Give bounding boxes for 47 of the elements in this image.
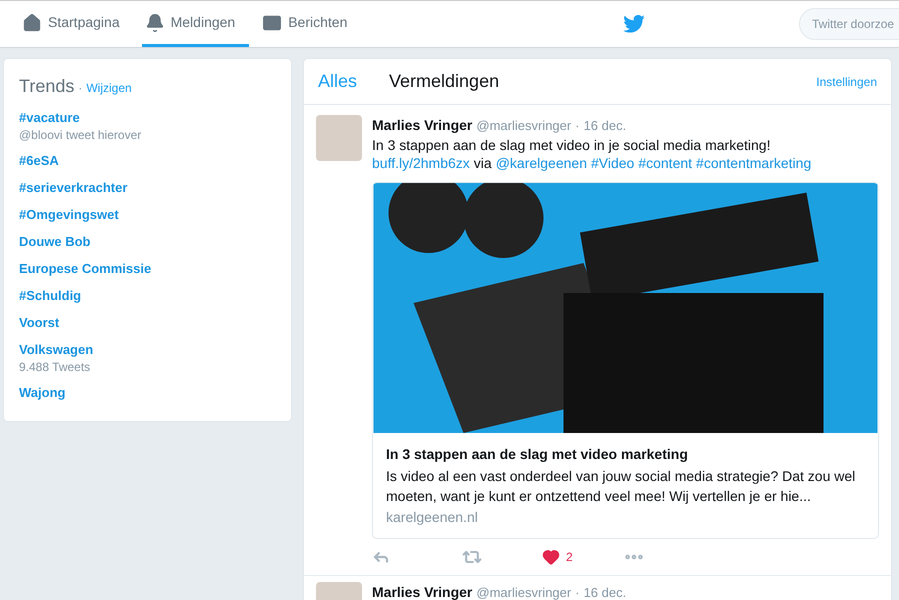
trend-meta: @bloovi tweet hierover [19,127,142,143]
trend-link[interactable]: Wajong [19,384,276,402]
trend-link[interactable]: #serieverkrachter [19,179,276,197]
trends-title: Trends [19,75,74,98]
feed-tab[interactable]: Vermeldingen [389,68,500,95]
nav-tab[interactable]: Startpagina [19,1,132,47]
card-title: In 3 stappen aan de slag met video marketing [386,445,689,463]
nav-tab[interactable]: Berichten [259,1,360,47]
hashtag-link[interactable]: #Video [590,154,634,172]
change-link[interactable]: Wijzigen [86,79,132,97]
settings-link[interactable]: Instellingen [816,72,877,90]
separator-dot: · [575,117,580,135]
trend-link[interactable]: #6eSA [19,152,276,170]
like-icon[interactable] [542,548,560,566]
hashtag-link[interactable]: #contentmarketing [696,154,812,172]
author-name[interactable]: Marlies Vringer [372,115,472,136]
tweet-date[interactable]: 16 dec. [584,116,626,136]
separator-dot: · [575,584,580,600]
search-field[interactable]: Twitter doorzoe [799,8,899,40]
separator-dot: · [78,80,82,97]
card-domain: karelgeenen.nl [386,508,479,527]
tweet-link[interactable]: buff.ly/2hmb6zx [372,154,470,172]
author-handle[interactable]: @marliesvringer [476,583,572,600]
trend-link[interactable]: Douwe Bob [19,233,276,251]
feed-tab[interactable]: Alles [318,68,358,95]
trend-link[interactable]: #Schuldig [19,287,276,305]
nav-tab[interactable]: Meldingen [142,1,250,47]
trend-meta: 9.488 Tweets [19,359,92,375]
like-count: 2 [566,549,573,566]
trend-link[interactable]: Voorst [19,314,276,332]
tweet-text: In 3 stappen aan de slag met video in je social media marketing! [372,136,772,154]
via-text: via [474,154,492,172]
author-name[interactable]: Marlies Vringer [372,582,472,600]
card-description: Is video al een vast onderdeel van jouw social media strategie? Dat zou wel moeten, want je kunt er ontzettend veel mee! Wij vertellen je er hie... [386,467,856,506]
hashtag-link[interactable]: #content [638,154,692,172]
bird-logo-icon[interactable] [623,15,646,33]
trend-link[interactable]: Volkswagen [19,341,276,359]
trend-link[interactable]: #Omgevingswet [19,206,276,224]
trend-link[interactable]: #vacature [19,109,276,127]
bell-icon [144,12,165,32]
avatar[interactable] [316,115,362,161]
home-icon [22,12,42,32]
tweet-date[interactable]: 16 dec. [584,583,626,600]
trend-link[interactable]: Europese Commissie [19,260,276,278]
link-card[interactable] [372,182,879,539]
author-handle[interactable]: @marliesvringer [476,116,572,136]
mention-link[interactable]: @karelgeenen [496,154,587,172]
